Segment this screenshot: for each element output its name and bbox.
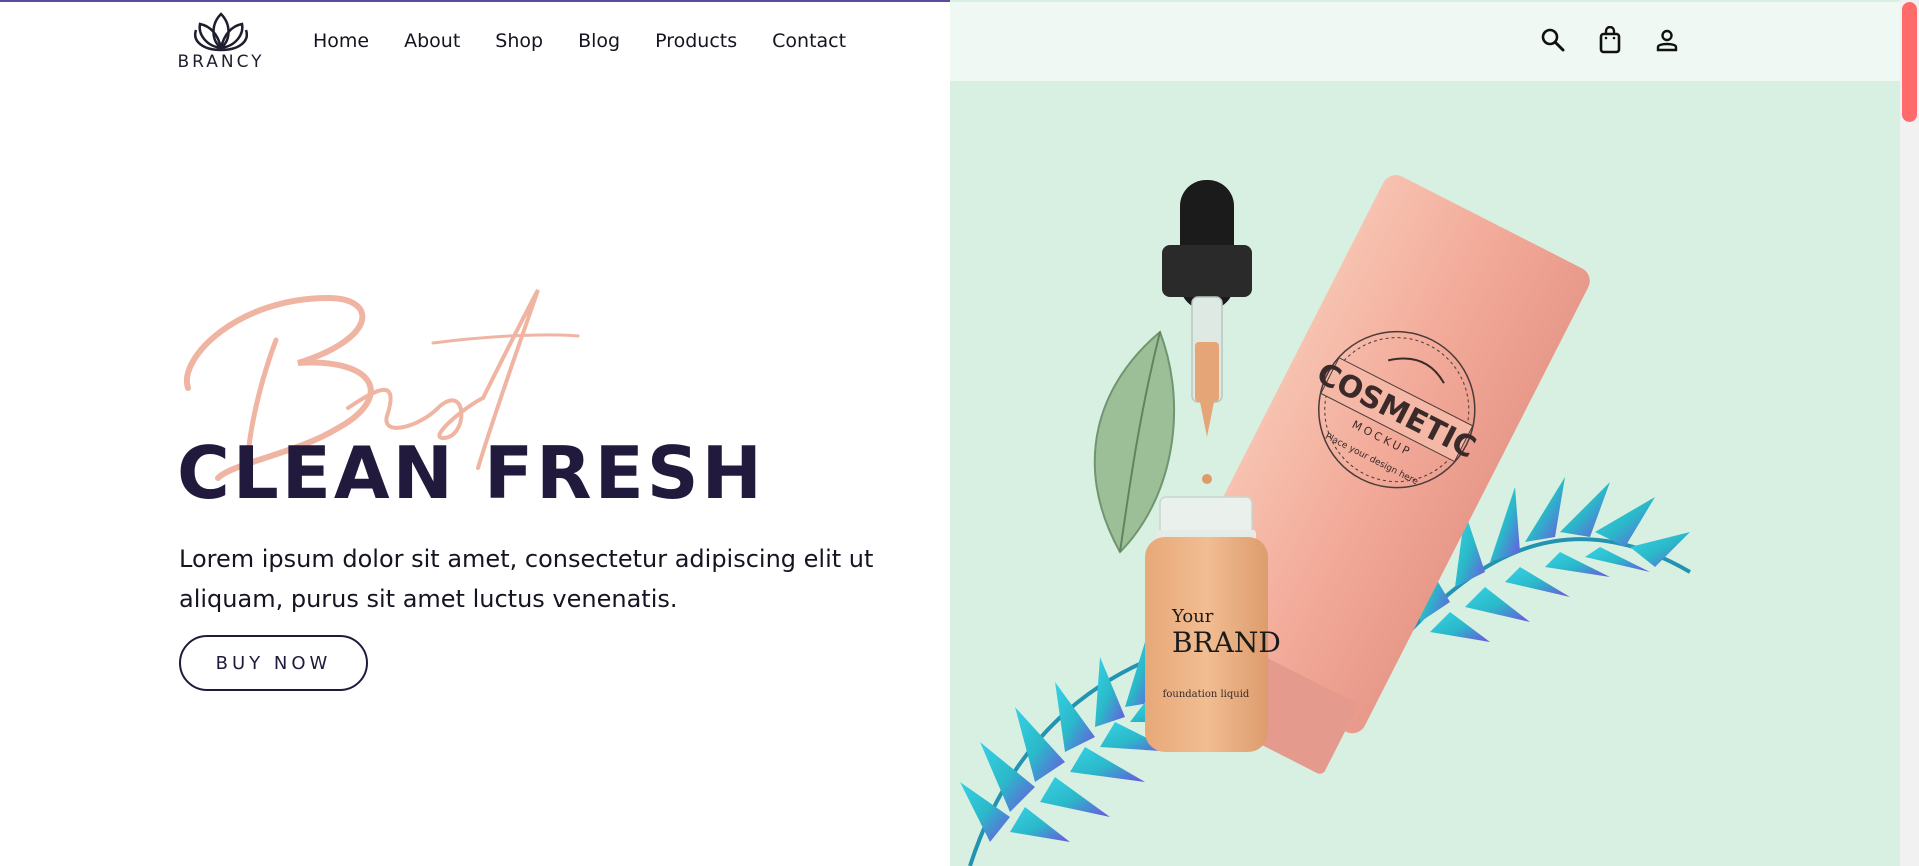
nav-blog[interactable]: Blog <box>578 30 620 52</box>
hero-description: Lorem ipsum dolor sit amet, consectetur … <box>179 545 874 613</box>
hero-product-image: COSMETIC MOCKUP Place your design here Y… <box>960 175 1692 866</box>
buy-now-button[interactable]: BUY NOW <box>179 635 368 691</box>
header-actions <box>1540 26 1680 54</box>
brand-name: BRANCY <box>177 52 265 72</box>
hero-headline: CLEAN FRESH <box>177 431 765 515</box>
shopping-bag-icon[interactable] <box>1597 26 1623 54</box>
bottle-brand-top: Your <box>1171 606 1214 627</box>
search-icon[interactable] <box>1540 26 1566 54</box>
nav-products[interactable]: Products <box>655 30 737 52</box>
brand-logo[interactable]: BRANCY <box>176 10 266 75</box>
bottle-brand: BRAND <box>1172 626 1281 659</box>
user-icon[interactable] <box>1654 26 1680 54</box>
main-nav: Home About Shop Blog Products Contact <box>313 30 881 52</box>
nav-home[interactable]: Home <box>313 30 369 52</box>
nav-about[interactable]: About <box>404 30 460 52</box>
nav-shop[interactable]: Shop <box>495 30 543 52</box>
lotus-logo-icon <box>193 12 249 52</box>
bottle-note: foundation liquid <box>1163 689 1250 700</box>
nav-contact[interactable]: Contact <box>772 30 846 52</box>
page-scrollbar-track[interactable] <box>1900 0 1919 866</box>
header-strip <box>950 2 1900 81</box>
page-scrollbar-thumb[interactable] <box>1902 2 1917 122</box>
dropper <box>1162 180 1252 484</box>
